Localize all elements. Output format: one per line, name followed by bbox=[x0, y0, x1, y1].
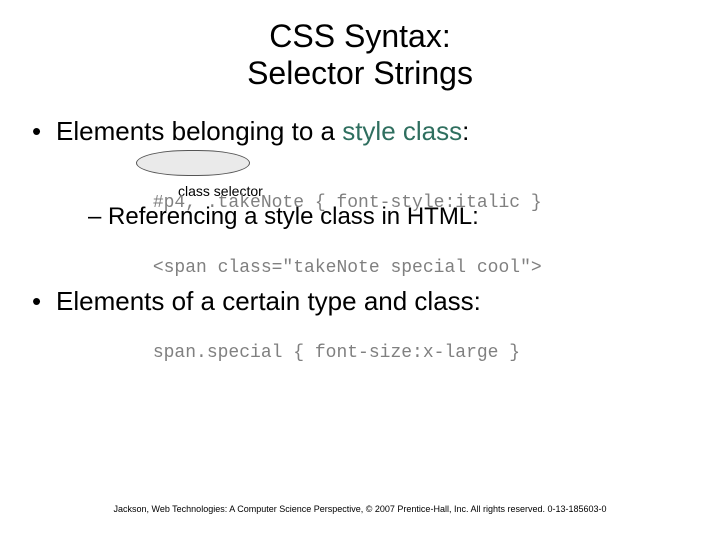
bullet-1-suffix: : bbox=[462, 116, 469, 146]
code-2-text: <span class="takeNote special cool"> bbox=[153, 258, 542, 278]
slide-title: CSS Syntax: Selector Strings bbox=[0, 0, 720, 92]
slide: CSS Syntax: Selector Strings Elements be… bbox=[0, 0, 720, 540]
bullet-style-class: Elements belonging to a style class: bbox=[28, 116, 692, 147]
bullet-1-styleclass: style class bbox=[342, 116, 462, 146]
code-line-3: span.special { font-size:x-large } bbox=[88, 323, 692, 351]
code-3-text: span.special { font-size:x-large } bbox=[153, 343, 520, 363]
slide-content: Elements belonging to a style class: #p4… bbox=[0, 92, 720, 351]
code-1-text: #p4, .takeNote { font-style:italic } bbox=[153, 193, 542, 213]
title-line-2: Selector Strings bbox=[247, 55, 473, 91]
code-line-2: <span class="takeNote special cool"> bbox=[88, 238, 692, 266]
bullet-1-prefix: Elements belonging to a bbox=[56, 116, 342, 146]
code-line-1: #p4, .takeNote { font-style:italic } bbox=[88, 153, 692, 181]
title-line-1: CSS Syntax: bbox=[269, 18, 450, 54]
bullet-type-and-class: Elements of a certain type and class: bbox=[28, 286, 692, 317]
slide-footer: Jackson, Web Technologies: A Computer Sc… bbox=[0, 504, 720, 514]
class-selector-highlight-oval bbox=[136, 150, 250, 176]
